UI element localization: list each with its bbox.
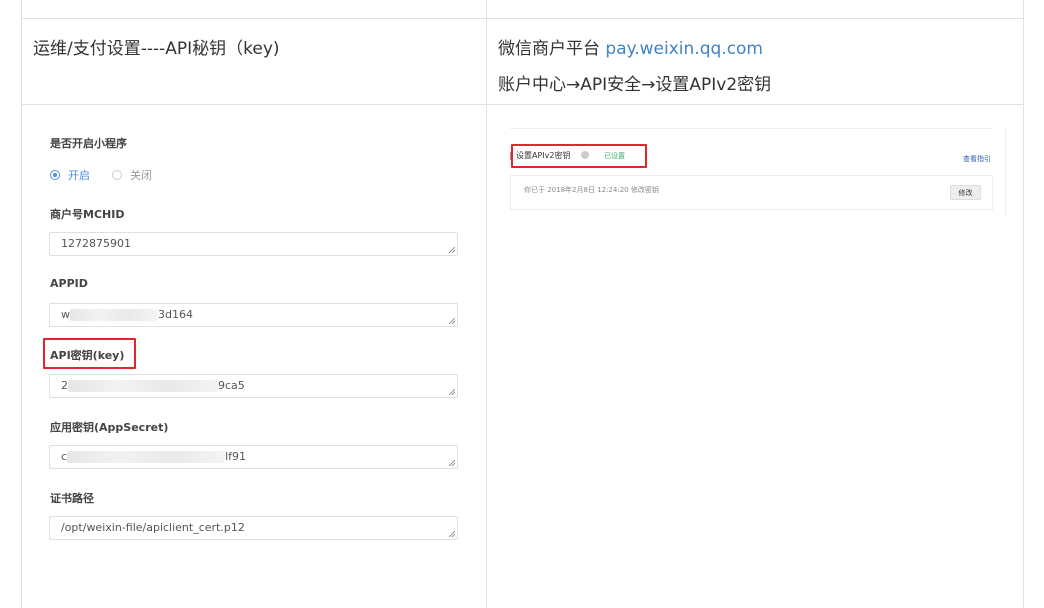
merchant-platform-link[interactable]: pay.weixin.qq.com xyxy=(605,39,763,59)
table-row-divider-mid xyxy=(21,104,1023,105)
table-border-left xyxy=(21,0,22,608)
appsecret-label: 应用密钥(AppSecret) xyxy=(50,421,169,434)
view-guide-link[interactable]: 查看指引 xyxy=(963,154,991,164)
radio-off-label[interactable]: 关闭 xyxy=(130,167,152,183)
radio-on-label[interactable]: 开启 xyxy=(68,167,90,183)
appid-label: APPID xyxy=(50,277,88,290)
resize-handle-icon[interactable] xyxy=(449,318,455,324)
radio-on-icon[interactable] xyxy=(50,170,60,180)
appsecret-value-suffix: lf91 xyxy=(225,450,246,463)
redacted-area xyxy=(67,451,226,463)
mchid-field[interactable]: 1272875901 xyxy=(49,232,458,256)
table-border-middle xyxy=(486,0,487,608)
resize-handle-icon[interactable] xyxy=(449,247,455,253)
merchant-platform-label: 微信商户平台 xyxy=(498,39,606,59)
miniapp-radio-group: 开启 关闭 xyxy=(50,167,174,183)
appid-value-suffix: 3d164 xyxy=(158,308,193,321)
apiv2-title-highlight-box xyxy=(511,144,647,168)
cert-path-field[interactable]: /opt/weixin-file/apiclient_cert.p12 xyxy=(49,516,458,540)
appid-value-prefix: w xyxy=(61,308,70,321)
mchid-value: 1272875901 xyxy=(61,237,131,250)
appsecret-field[interactable]: c lf91 xyxy=(49,445,458,469)
cert-path-label: 证书路径 xyxy=(50,492,94,505)
settings-path-text: 运维/支付设置----API秘钥（key) xyxy=(33,39,280,59)
screenshot-info-box xyxy=(510,175,993,210)
api-key-value-suffix: 9ca5 xyxy=(218,379,245,392)
cert-path-value: /opt/weixin-file/apiclient_cert.p12 xyxy=(61,521,245,534)
api-key-value-prefix: 2 xyxy=(61,379,68,392)
table-border-right xyxy=(1023,0,1024,608)
resize-handle-icon[interactable] xyxy=(449,389,455,395)
resize-handle-icon[interactable] xyxy=(449,460,455,466)
table-row-divider-top xyxy=(21,18,1023,19)
mchid-label: 商户号MCHID xyxy=(50,208,125,221)
redacted-area xyxy=(70,309,158,321)
appid-field[interactable]: w 3d164 xyxy=(49,303,458,327)
screenshot-right-edge xyxy=(1005,128,1006,216)
api-key-field[interactable]: 2 9ca5 xyxy=(49,374,458,398)
redacted-area xyxy=(68,380,218,392)
api-security-path-text: 账户中心→API安全→设置APIv2密钥 xyxy=(498,75,772,95)
api-key-highlight-box xyxy=(43,338,136,369)
radio-off-icon[interactable] xyxy=(112,170,122,180)
resize-handle-icon[interactable] xyxy=(449,531,455,537)
screenshot-top-divider xyxy=(510,128,993,129)
miniapp-toggle-label: 是否开启小程序 xyxy=(50,137,127,150)
merchant-platform-text: 微信商户平台 pay.weixin.qq.com xyxy=(498,34,763,59)
